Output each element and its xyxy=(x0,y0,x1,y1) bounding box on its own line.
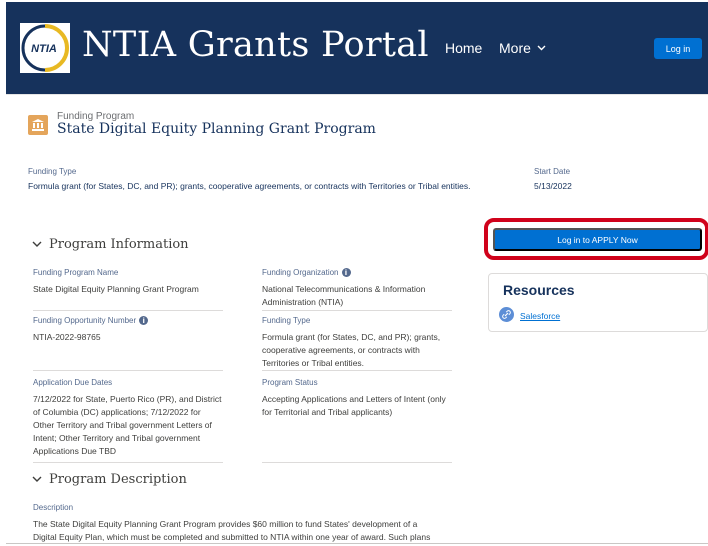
field-program-status: Program Status Accepting Applications an… xyxy=(262,378,452,419)
link-icon xyxy=(499,307,514,322)
ntia-logo-icon: NTIA xyxy=(21,24,69,72)
field-divider xyxy=(33,310,223,311)
site-title: NTIA Grants Portal xyxy=(82,25,429,65)
bank-icon xyxy=(32,119,44,131)
field-label: Funding Opportunity Number i xyxy=(33,316,223,325)
info-icon[interactable]: i xyxy=(341,268,351,277)
svg-text:NTIA: NTIA xyxy=(31,43,57,55)
info-icon[interactable]: i xyxy=(139,316,149,325)
field-value: NTIA-2022-98765 xyxy=(33,332,101,342)
login-button[interactable]: Log in xyxy=(654,38,702,59)
field-value: Accepting Applications and Letters of In… xyxy=(262,394,446,417)
section-program-description-title: Program Description xyxy=(49,472,187,487)
field-divider xyxy=(262,370,452,371)
field-value: State Digital Equity Planning Grant Prog… xyxy=(33,284,199,294)
chevron-down-icon xyxy=(32,241,42,247)
field-value: 7/12/2022 for State, Puerto Rico (PR), a… xyxy=(33,394,222,456)
field-label: Application Due Dates xyxy=(33,378,113,387)
field-value: The State Digital Equity Planning Grant … xyxy=(33,519,431,542)
field-label: Funding Program Name xyxy=(33,268,119,277)
resources-card: Resources Salesforce xyxy=(488,273,708,332)
highlight-start-date-value: 5/13/2022 xyxy=(534,181,572,191)
ntia-logo[interactable]: NTIA xyxy=(20,23,70,73)
chevron-down-icon xyxy=(537,45,546,51)
page-bottom-divider xyxy=(6,543,708,544)
field-divider xyxy=(33,370,223,371)
field-funding-type: Funding Type Formula grant (for States, … xyxy=(262,316,452,370)
field-value: National Telecommunications & Informatio… xyxy=(262,284,426,307)
page-title: State Digital Equity Planning Grant Prog… xyxy=(57,121,376,137)
field-label: Funding Organization i xyxy=(262,268,452,277)
chain-link-icon xyxy=(502,310,511,319)
field-divider xyxy=(262,462,452,463)
header-divider xyxy=(6,94,708,95)
field-label: Program Status xyxy=(262,378,318,387)
field-divider xyxy=(262,310,452,311)
resource-link-salesforce[interactable]: Salesforce xyxy=(520,311,560,321)
nav-more-label: More xyxy=(499,40,531,56)
field-label: Description xyxy=(33,503,74,512)
highlight-funding-type-label: Funding Type xyxy=(28,167,77,176)
field-value: Formula grant (for States, DC, and PR); … xyxy=(262,332,441,368)
field-program-name: Funding Program Name State Digital Equit… xyxy=(33,268,223,296)
section-program-description[interactable]: Program Description xyxy=(32,472,187,487)
field-label: Funding Type xyxy=(262,316,311,325)
site-header: NTIA NTIA Grants Portal Home More Log in xyxy=(6,2,708,94)
field-divider xyxy=(33,462,223,463)
field-opportunity-number: Funding Opportunity Number i NTIA-2022-98… xyxy=(33,316,223,344)
field-description: Description The State Digital Equity Pla… xyxy=(33,503,443,544)
funding-program-icon xyxy=(28,115,48,135)
apply-now-button[interactable]: Log in to APPLY Now xyxy=(493,228,702,251)
nav-more-menu[interactable]: More xyxy=(499,40,546,56)
field-funding-organization: Funding Organization i National Telecommu… xyxy=(262,268,452,309)
highlight-start-date-label: Start Date xyxy=(534,167,571,176)
section-program-information-title: Program Information xyxy=(49,237,189,252)
section-program-information[interactable]: Program Information xyxy=(32,237,189,252)
resources-title: Resources xyxy=(503,282,575,298)
field-application-due-dates: Application Due Dates 7/12/2022 for Stat… xyxy=(33,378,223,458)
highlight-funding-type-value: Formula grant (for States, DC, and PR); … xyxy=(28,181,471,191)
chevron-down-icon xyxy=(32,476,42,482)
nav-home-link[interactable]: Home xyxy=(445,40,482,56)
